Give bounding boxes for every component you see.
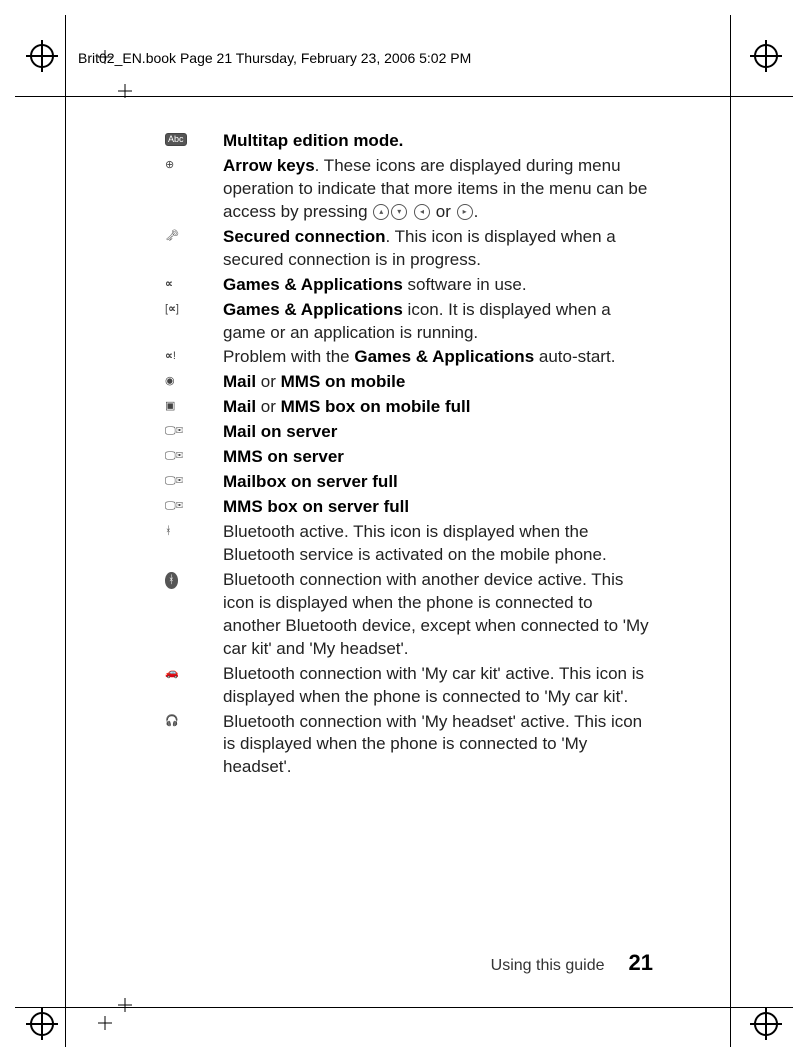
games-warn-icon: ∝! <box>165 346 223 364</box>
definition-row: ᚼBluetooth active. This icon is displaye… <box>165 521 653 567</box>
games-icon: ∝ <box>165 274 223 292</box>
cross-mark-icon <box>118 84 132 98</box>
key-icon: 🗝 <box>165 226 223 244</box>
definition-row: ∝Games & Applications software in use. <box>165 274 653 297</box>
bluetooth-car-icon: 🚗 <box>165 663 223 681</box>
registration-mark-icon <box>754 44 778 68</box>
definition-row: 🖵✉MMS on server <box>165 446 653 469</box>
arrows-icon: ⊕ <box>165 155 223 173</box>
definition-text: Bluetooth active. This icon is displayed… <box>223 521 653 567</box>
page: Brit02_EN.book Page 21 Thursday, Februar… <box>0 0 808 1062</box>
definition-row: ∝!Problem with the Games & Applications … <box>165 346 653 369</box>
definition-text: Bluetooth connection with 'My car kit' a… <box>223 663 653 709</box>
definition-row: 🖵✉MMS box on server full <box>165 496 653 519</box>
abc-icon: Abc <box>165 130 223 146</box>
cross-mark-icon <box>98 1016 112 1030</box>
definition-text: Mail or MMS on mobile <box>223 371 653 394</box>
definition-text: Bluetooth connection with another device… <box>223 569 653 661</box>
definition-text: Bluetooth connection with 'My headset' a… <box>223 711 653 780</box>
definition-row: [∝]Games & Applications icon. It is disp… <box>165 299 653 345</box>
mmsbox-server-full-icon: 🖵✉ <box>165 496 223 514</box>
definition-text: Problem with the Games & Applications au… <box>223 346 653 369</box>
mms-server-icon: 🖵✉ <box>165 446 223 464</box>
definition-text: Secured connection. This icon is display… <box>223 226 653 272</box>
definition-row: ◉Mail or MMS on mobile <box>165 371 653 394</box>
mail-full-icon: ▣ <box>165 396 223 414</box>
crop-line-left <box>65 15 66 1047</box>
mail-server-icon: 🖵✉ <box>165 421 223 439</box>
mail-icon: ◉ <box>165 371 223 389</box>
definition-text: Multitap edition mode. <box>223 130 653 153</box>
document-header: Brit02_EN.book Page 21 Thursday, Februar… <box>78 50 471 66</box>
definition-row: ▣Mail or MMS box on mobile full <box>165 396 653 419</box>
definition-row: 🖵✉Mail on server <box>165 421 653 444</box>
definition-text: Arrow keys. These icons are displayed du… <box>223 155 653 224</box>
definition-text: Mail on server <box>223 421 653 444</box>
definition-row: 🎧Bluetooth connection with 'My headset' … <box>165 711 653 780</box>
mailbox-server-full-icon: 🖵✉ <box>165 471 223 489</box>
crop-line-right <box>730 15 731 1047</box>
registration-mark-icon <box>30 44 54 68</box>
icon-definition-list: AbcMultitap edition mode.⊕Arrow keys. Th… <box>165 130 653 781</box>
definition-text: Mailbox on server full <box>223 471 653 494</box>
definition-text: MMS on server <box>223 446 653 469</box>
definition-row: ᚼBluetooth connection with another devic… <box>165 569 653 661</box>
bluetooth-headset-icon: 🎧 <box>165 711 223 729</box>
section-title: Using this guide <box>491 957 605 975</box>
definition-row: ⊕Arrow keys. These icons are displayed d… <box>165 155 653 224</box>
definition-text: Games & Applications icon. It is display… <box>223 299 653 345</box>
registration-mark-icon <box>754 1012 778 1036</box>
games-bracket-icon: [∝] <box>165 299 223 317</box>
definition-text: Mail or MMS box on mobile full <box>223 396 653 419</box>
page-number: 21 <box>629 950 653 976</box>
registration-mark-icon <box>30 1012 54 1036</box>
page-footer: Using this guide 21 <box>491 950 653 976</box>
definition-row: AbcMultitap edition mode. <box>165 130 653 153</box>
definition-row: 🖵✉Mailbox on server full <box>165 471 653 494</box>
cross-mark-icon <box>118 998 132 1012</box>
definition-text: MMS box on server full <box>223 496 653 519</box>
bluetooth-connected-icon: ᚼ <box>165 569 223 589</box>
definition-row: 🚗Bluetooth connection with 'My car kit' … <box>165 663 653 709</box>
bluetooth-icon: ᚼ <box>165 521 223 539</box>
definition-text: Games & Applications software in use. <box>223 274 653 297</box>
definition-row: 🗝Secured connection. This icon is displa… <box>165 226 653 272</box>
